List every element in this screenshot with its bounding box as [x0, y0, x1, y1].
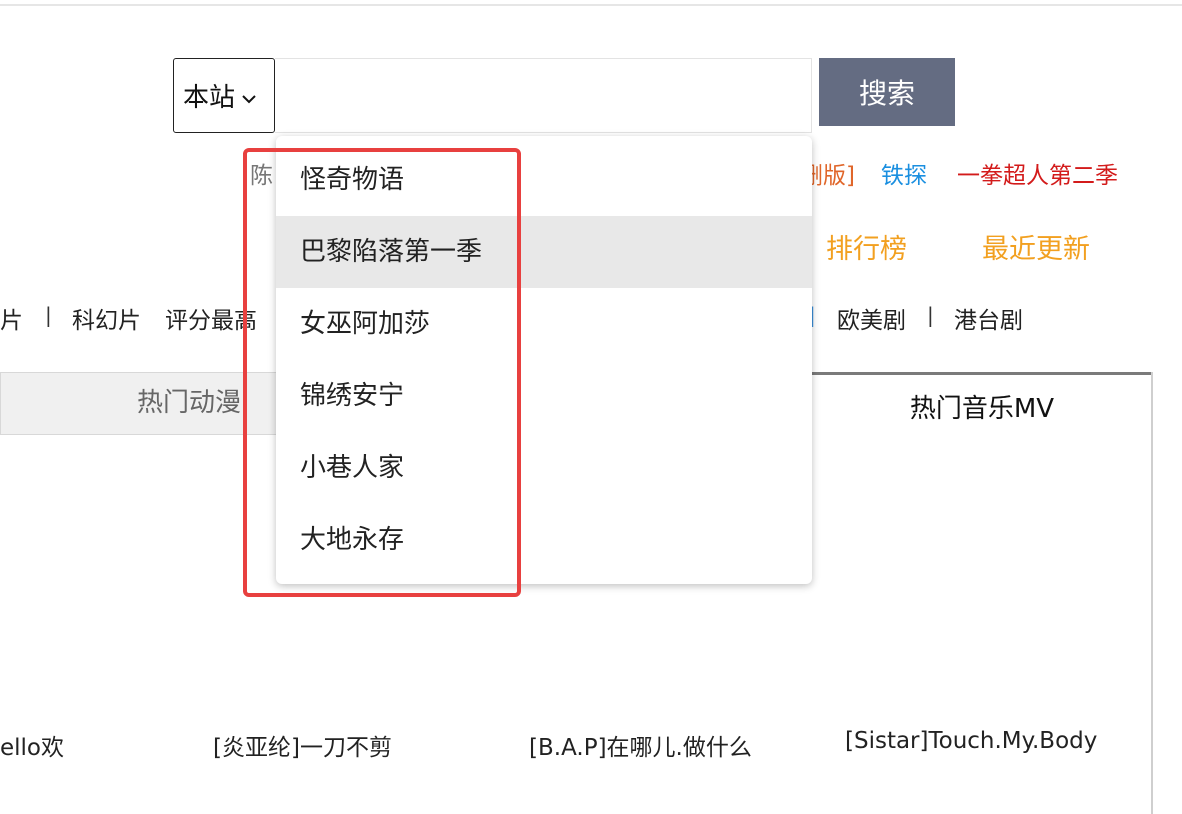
tab-hot-anime[interactable]: 热门动漫 [0, 372, 290, 435]
suggestion-item[interactable]: 女巫阿加莎 [276, 288, 812, 360]
category-top-rated[interactable]: 评分最高 [165, 301, 257, 335]
hot-keyword[interactable]: 陈 [250, 156, 273, 190]
nav-latest-link[interactable]: 最近更新 [982, 227, 1090, 266]
video-title[interactable]: [Sistar]Touch.My.Body [845, 728, 1097, 754]
category-separator: | [45, 303, 52, 327]
category-link[interactable]: 片 [0, 301, 23, 335]
search-input[interactable] [275, 58, 812, 133]
video-title[interactable]: ello欢 [0, 728, 64, 762]
hot-keyword[interactable]: 一拳超人第二季 [957, 156, 1118, 190]
search-scope-label: 本站 [183, 83, 236, 113]
panel-border [1151, 372, 1153, 814]
category-scifi[interactable]: 科幻片 [72, 301, 141, 335]
video-title[interactable]: [炎亚纶]一刀不剪 [213, 728, 392, 762]
nav-ranking-link[interactable]: 排行榜 [826, 227, 907, 266]
category-hk-tw[interactable]: 港台剧 [954, 301, 1023, 335]
suggestion-item[interactable]: 大地永存 [276, 504, 812, 576]
suggestion-item[interactable]: 锦绣安宁 [276, 360, 812, 432]
search-suggestion-dropdown: 怪奇物语 巴黎陷落第一季 女巫阿加莎 锦绣安宁 小巷人家 大地永存 [276, 136, 812, 584]
suggestion-item-highlighted[interactable]: 巴黎陷落第一季 [276, 216, 812, 288]
top-divider [0, 4, 1182, 6]
video-title[interactable]: [B.A.P]在哪儿.做什么 [529, 728, 752, 762]
tab-hot-music-mv[interactable]: 热门音乐MV [812, 375, 1152, 437]
hot-keyword[interactable]: 铁探 [881, 156, 927, 190]
chevron-down-icon [241, 81, 257, 111]
search-scope-select[interactable]: 本站 [173, 58, 275, 133]
search-button[interactable]: 搜索 [819, 58, 955, 126]
category-separator: | [927, 303, 934, 327]
suggestion-item[interactable]: 小巷人家 [276, 432, 812, 504]
suggestion-item[interactable]: 怪奇物语 [276, 144, 812, 216]
category-western[interactable]: 欧美剧 [837, 301, 906, 335]
